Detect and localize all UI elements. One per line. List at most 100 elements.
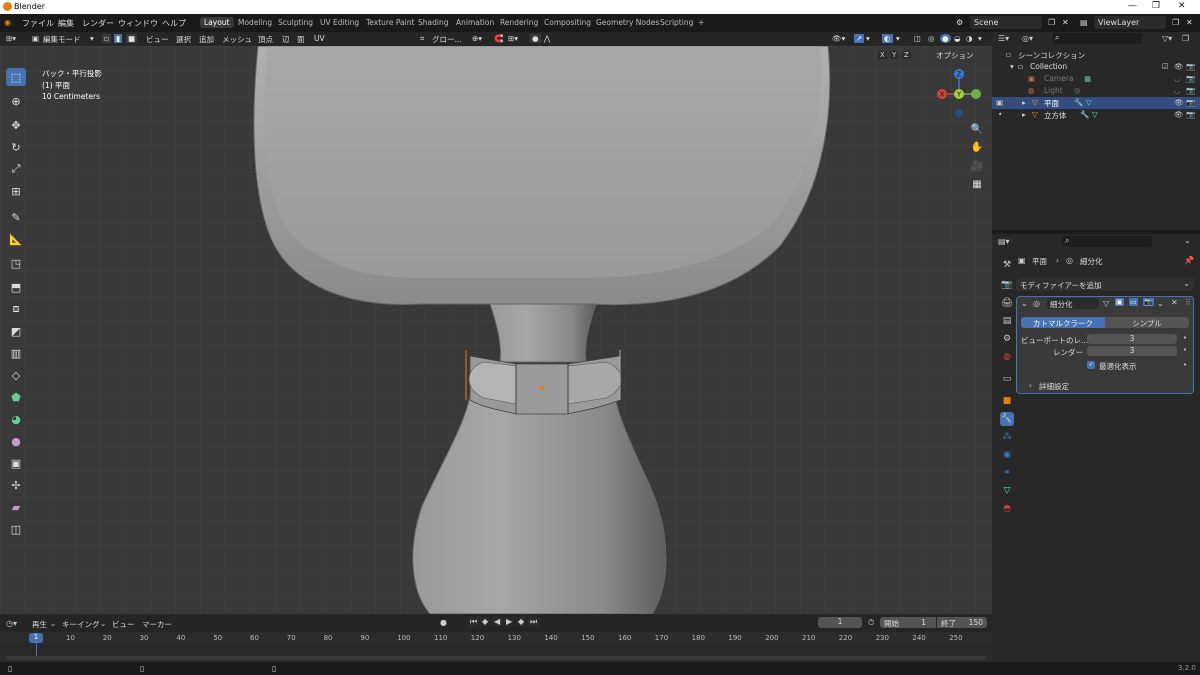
transform-tool-icon[interactable]: ⊞ (6, 182, 26, 200)
modifier-properties-icon[interactable]: 🔧 (1000, 412, 1014, 426)
menu-timeline-view[interactable]: ビュー (112, 619, 135, 630)
hidden-eye-icon[interactable]: ◡ (1174, 86, 1181, 95)
scene-properties-icon[interactable]: ⚙ (1000, 332, 1014, 346)
overlay-chevron-down-icon[interactable]: ▾ (896, 34, 900, 43)
tab-catmull-clark[interactable]: カトマルクラーク (1021, 317, 1105, 328)
physics-properties-icon[interactable]: ◉ (1000, 448, 1014, 462)
annotate-tool-icon[interactable]: ✎ (6, 208, 26, 226)
keying-chevron-down-icon[interactable]: ⌄ (100, 619, 106, 628)
stopwatch-icon[interactable]: ⏱ (868, 618, 874, 628)
frame-ruler[interactable]: 10 20 30 40 50 60 70 80 90 100 110 120 130 140 150 160 1… (0, 632, 992, 644)
wireframe-shading-icon[interactable]: ◎ (928, 34, 935, 43)
blender-menu-icon[interactable]: ◉ (4, 18, 11, 27)
tab-layout[interactable]: Layout (200, 17, 234, 28)
mode-chevron-down-icon[interactable]: ▾ (90, 34, 94, 43)
tab-uv-editing[interactable]: UV Editing (316, 17, 363, 28)
expand-chevron-right-icon[interactable]: ▸ (1022, 98, 1026, 107)
gizmo-toggle-icon[interactable]: ↗ (854, 34, 865, 43)
outliner-item-plane[interactable]: ▣ ▸ ▽ 平面 🔧 ▽ 👁 📷 (992, 97, 1200, 109)
extrude-tool-icon[interactable]: ⬒ (6, 278, 26, 296)
display-mode-icon[interactable]: ◎▾ (1022, 34, 1033, 43)
minimize-button[interactable]: — (1128, 1, 1137, 11)
poly-build-tool-icon[interactable]: ⬟ (6, 388, 26, 406)
menu-edit[interactable]: 編集 (58, 18, 74, 29)
delete-view-layer-icon[interactable]: ✕ (1186, 18, 1193, 27)
face-select-icon[interactable]: ■ (126, 34, 138, 43)
tab-texture-paint[interactable]: Texture Paint (362, 17, 418, 28)
add-workspace-button[interactable]: + (694, 17, 708, 28)
drag-handle-icon[interactable]: ⠿ (1185, 298, 1191, 307)
scene-field[interactable]: Scene (970, 16, 1042, 29)
menu-view[interactable]: ビュー (146, 34, 169, 45)
render-properties-icon[interactable]: 📷 (1000, 278, 1014, 292)
outliner-search-input[interactable]: ⌕ (1052, 33, 1142, 44)
properties-search-input[interactable]: ⌕ (1062, 236, 1152, 247)
checkbox-icon[interactable]: ☑ (1162, 62, 1169, 71)
outliner-editor-icon[interactable]: ☰▾ (998, 34, 1009, 43)
tab-scripting[interactable]: Scripting (656, 17, 697, 28)
tool-settings-icon[interactable]: ⚒ (1000, 258, 1014, 272)
collapse-chevron-down-icon[interactable]: ⌄ (1021, 299, 1028, 308)
camera-render-icon[interactable]: 📷 (1186, 110, 1195, 119)
scene-icon[interactable]: ⚙ (956, 18, 963, 27)
tab-shading[interactable]: Shading (414, 17, 452, 28)
editor-type-icon[interactable]: ⊞▾ (6, 34, 16, 43)
camera-render-icon[interactable]: 📷 (1186, 62, 1195, 71)
shading-chevron-down-icon[interactable]: ▾ (978, 34, 982, 43)
zoom-icon[interactable]: 🔍 (969, 121, 985, 137)
maximize-button[interactable]: ❐ (1152, 1, 1160, 11)
snap-target-icon[interactable]: ⊞▾ (508, 34, 518, 43)
xray-icon[interactable]: ◫ (914, 34, 921, 43)
proportional-edit-icon[interactable]: ● (530, 34, 541, 43)
tab-geometry-nodes[interactable]: Geometry Nodes (592, 17, 663, 28)
bevel-tool-icon[interactable]: ◩ (6, 322, 26, 340)
eye-icon[interactable]: 👁 (1174, 62, 1184, 71)
menu-edge[interactable]: 辺 (282, 34, 290, 45)
mirror-x-toggle[interactable]: X (878, 51, 887, 59)
render-toggle-icon[interactable]: 📷 (1143, 298, 1154, 306)
view-layer-icon[interactable]: ▤ (1080, 18, 1088, 27)
add-modifier-button[interactable]: モディファイアーを追加 ⌄ (1016, 278, 1194, 291)
menu-help[interactable]: ヘルプ (162, 18, 186, 29)
menu-render[interactable]: レンダー (82, 18, 114, 29)
prev-keyframe-icon[interactable]: ◆ (480, 617, 491, 626)
output-properties-icon[interactable]: 🖨 (1000, 296, 1014, 310)
outliner-scene-collection[interactable]: ▫ シーンコレクション (992, 49, 1200, 61)
spin-tool-icon[interactable]: ◕ (6, 410, 26, 428)
loop-cut-tool-icon[interactable]: ▥ (6, 344, 26, 362)
new-scene-icon[interactable]: ❐ (1048, 18, 1055, 27)
eye-icon[interactable]: 👁 (1174, 110, 1184, 119)
menu-playback[interactable]: 再生 (32, 619, 47, 630)
tab-compositing[interactable]: Compositing (540, 17, 595, 28)
camera-render-icon[interactable]: 📷 (1186, 98, 1195, 107)
edit-cage-icon[interactable]: ▽ (1103, 299, 1109, 308)
viewport-levels-field[interactable]: 3 (1087, 334, 1177, 344)
playback-chevron-down-icon[interactable]: ⌄ (50, 619, 56, 628)
mode-selector[interactable]: 編集モード (43, 34, 81, 45)
modifier-menu-chevron-down-icon[interactable]: ⌄ (1157, 299, 1164, 308)
move-tool-icon[interactable]: ✥ (6, 116, 26, 134)
next-keyframe-icon[interactable]: ◆ (516, 617, 527, 626)
properties-editor-icon[interactable]: ▤▾ (998, 237, 1010, 246)
filter-icon[interactable]: ▽▾ (1162, 34, 1172, 43)
advanced-chevron-right-icon[interactable]: › (1029, 381, 1032, 390)
vertex-select-icon[interactable]: ▫ (102, 34, 112, 43)
knife-tool-icon[interactable]: ◇ (6, 366, 26, 384)
world-properties-icon[interactable]: ◍ (1000, 350, 1014, 364)
new-collection-icon[interactable]: ❐ (1182, 34, 1189, 43)
edit-mode-icon[interactable]: ▣ (996, 98, 1003, 107)
tab-simple[interactable]: シンプル (1105, 317, 1189, 328)
close-button[interactable]: ✕ (1178, 1, 1186, 11)
pan-hand-icon[interactable]: ✋ (969, 139, 985, 155)
play-icon[interactable]: ▶ (504, 617, 515, 626)
options-menu[interactable]: オプション (936, 50, 974, 61)
keyframe-dot-icon[interactable]: • (1183, 346, 1187, 354)
modifier-name-input[interactable]: 細分化 (1047, 298, 1099, 309)
particles-properties-icon[interactable]: ⁂ (1000, 430, 1014, 444)
tab-rendering[interactable]: Rendering (496, 17, 542, 28)
menu-add[interactable]: 追加 (199, 34, 214, 45)
render-levels-field[interactable]: 3 (1087, 346, 1177, 356)
edge-slide-tool-icon[interactable]: ▣ (6, 454, 26, 472)
camera-view-icon[interactable]: 🎥 (969, 158, 985, 174)
play-reverse-icon[interactable]: ◀ (492, 617, 503, 626)
